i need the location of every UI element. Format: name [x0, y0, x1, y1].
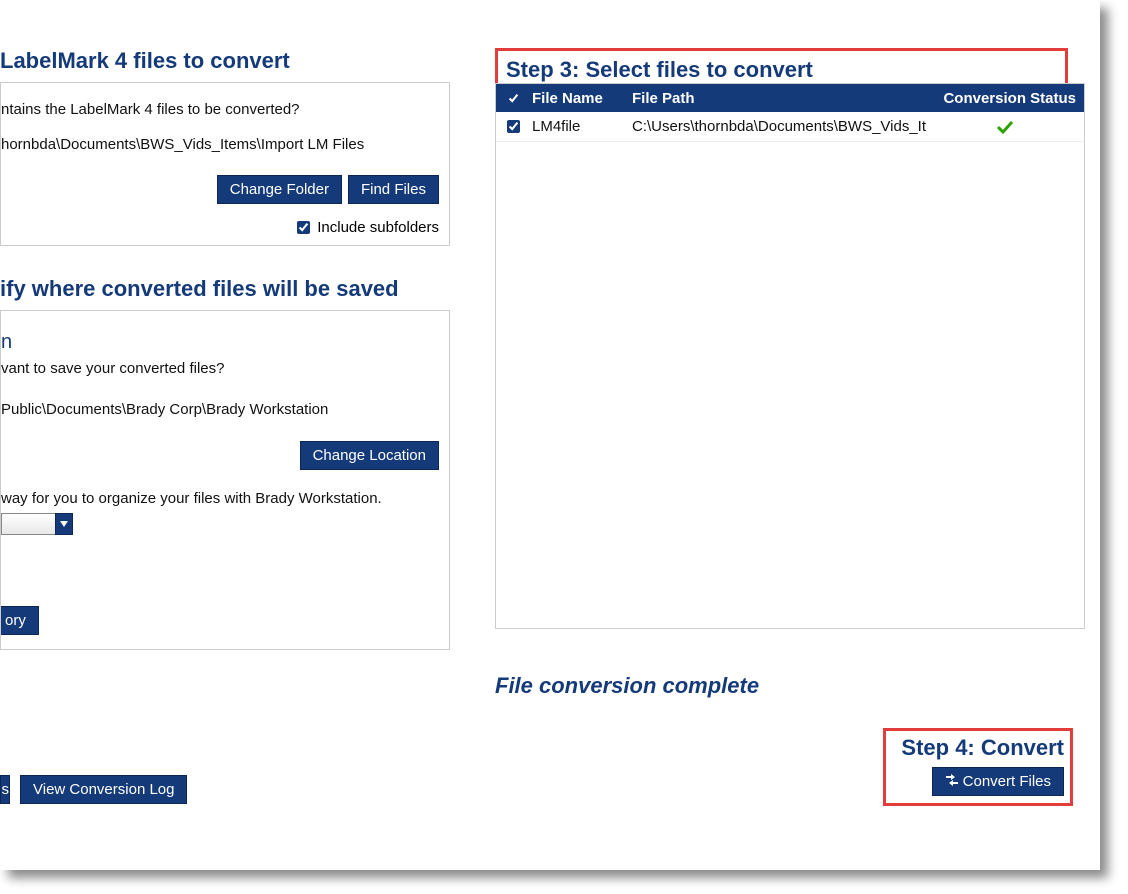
step1-buttons: Change Folder Find Files — [217, 175, 439, 204]
chevron-down-icon — [60, 521, 68, 527]
convert-files-label: Convert Files — [963, 773, 1051, 790]
header-filepath[interactable]: File Path — [630, 90, 934, 107]
left-column: LabelMark 4 files to convert ntains the … — [0, 0, 450, 650]
row-checkbox[interactable] — [507, 120, 520, 133]
view-conversion-log-button[interactable]: View Conversion Log — [20, 775, 187, 804]
change-location-button[interactable]: Change Location — [300, 441, 439, 470]
completion-message: File conversion complete — [495, 673, 759, 699]
fragment-button[interactable]: s — [0, 775, 10, 804]
step1-section: LabelMark 4 files to convert ntains the … — [0, 48, 450, 246]
bottom-left-buttons: s View Conversion Log — [0, 775, 187, 804]
include-subfolders-row: Include subfolders — [293, 218, 439, 237]
step3-title: Step 3: Select files to convert — [506, 57, 1065, 83]
ory-button[interactable]: ory — [1, 606, 39, 635]
convert-icon — [945, 773, 959, 790]
step4-highlight: Step 4: Convert Convert Files — [883, 728, 1073, 806]
include-subfolders-checkbox[interactable] — [297, 221, 310, 234]
header-filename[interactable]: File Name — [530, 90, 630, 107]
step2-organize-text: way for you to organize your files with … — [1, 490, 439, 507]
checkmark-icon — [996, 120, 1014, 134]
step2-question: vant to save your converted files? — [1, 360, 439, 377]
step2-section: ify where converted files will be saved … — [0, 276, 450, 650]
category-combo[interactable] — [1, 513, 73, 535]
files-panel: File Name File Path Conversion Status LM… — [495, 83, 1085, 629]
step2-subheading: n — [1, 331, 439, 354]
header-status[interactable]: Conversion Status — [934, 90, 1084, 107]
step1-panel: ntains the LabelMark 4 files to be conve… — [0, 82, 450, 246]
include-subfolders-label: Include subfolders — [317, 219, 439, 236]
step2-path: Public\Documents\Brady Corp\Brady Workst… — [1, 401, 439, 418]
step2-buttons: Change Location — [300, 441, 439, 470]
convert-files-button[interactable]: Convert Files — [932, 767, 1064, 796]
step4-title: Step 4: Convert — [892, 735, 1064, 761]
row-filepath: C:\Users\thornbda\Documents\BWS_Vids_It — [630, 118, 934, 135]
step1-question: ntains the LabelMark 4 files to be conve… — [1, 101, 439, 118]
change-folder-button[interactable]: Change Folder — [217, 175, 342, 204]
row-filename: LM4file — [530, 118, 630, 135]
step2-panel: n vant to save your converted files? Pub… — [0, 310, 450, 650]
app-window: LabelMark 4 files to convert ntains the … — [0, 0, 1100, 870]
step1-title: LabelMark 4 files to convert — [0, 48, 450, 74]
category-combo-dropdown[interactable] — [55, 513, 73, 535]
find-files-button[interactable]: Find Files — [348, 175, 439, 204]
step1-path: hornbda\Documents\BWS_Vids_Items\Import … — [1, 136, 439, 153]
category-combo-input[interactable] — [1, 513, 55, 535]
select-all-checkbox[interactable] — [507, 92, 520, 105]
table-row[interactable]: LM4file C:\Users\thornbda\Documents\BWS_… — [496, 112, 1084, 142]
files-table-header: File Name File Path Conversion Status — [496, 84, 1084, 112]
row-status — [934, 120, 1084, 134]
step2-title: ify where converted files will be saved — [0, 276, 450, 302]
